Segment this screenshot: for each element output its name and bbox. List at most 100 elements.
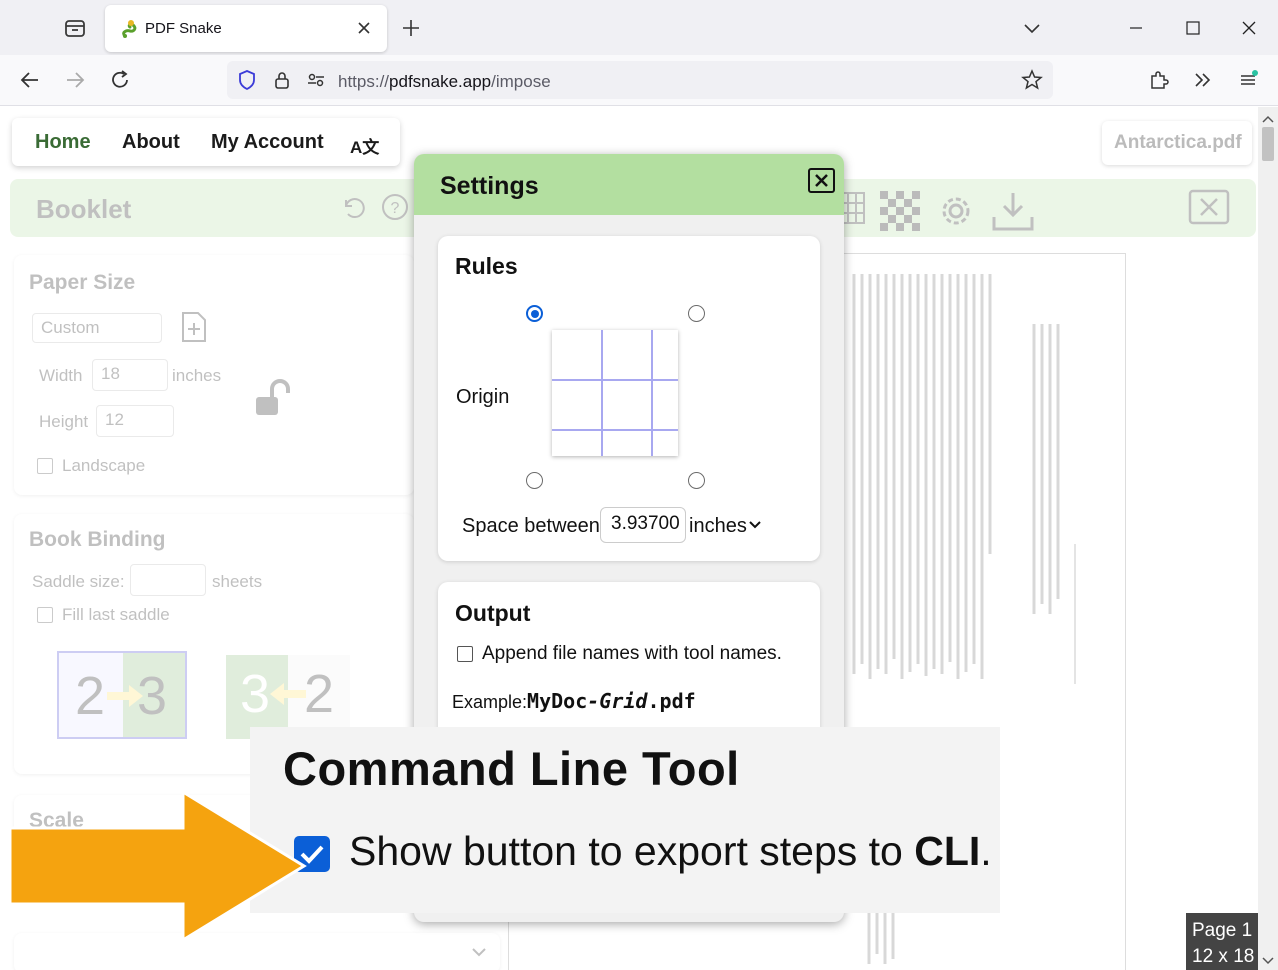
binding-option-left[interactable]: 2 3 <box>57 651 187 739</box>
reload-icon[interactable] <box>108 68 132 92</box>
snake-favicon-icon <box>119 18 141 40</box>
browser-tab[interactable]: PDF Snake <box>105 5 387 52</box>
origin-top-left-radio[interactable] <box>526 305 543 322</box>
space-unit-select[interactable]: inches <box>689 515 747 538</box>
height-input[interactable]: 12 <box>96 405 174 437</box>
new-tab-icon[interactable] <box>400 17 422 39</box>
scroll-down-icon[interactable] <box>1262 953 1274 965</box>
paper-size-heading: Paper Size <box>29 271 136 294</box>
add-page-icon[interactable] <box>180 311 208 343</box>
file-name-label: Antarctica.pdf <box>1102 121 1252 165</box>
page-scrollbar[interactable] <box>1258 107 1278 970</box>
checker-icon[interactable] <box>880 191 920 231</box>
tool-title: Booklet <box>36 194 132 224</box>
left-arrow-icon <box>268 681 308 707</box>
navigation-toolbar: https://pdfsnake.app/impose <box>0 55 1278 106</box>
nav-about-link[interactable]: About <box>122 131 180 154</box>
chevron-down-icon[interactable] <box>748 518 762 530</box>
url-path: /impose <box>491 72 551 91</box>
append-names-checkbox[interactable] <box>457 646 473 662</box>
saddle-size-input[interactable] <box>130 564 206 596</box>
example-base-name: MyDoc <box>527 689 588 713</box>
menu-icon[interactable] <box>1236 68 1260 92</box>
undo-icon[interactable] <box>338 192 368 222</box>
binding-a-left-number: 2 <box>75 666 106 726</box>
forward-arrow-icon[interactable] <box>63 68 87 92</box>
origin-label: Origin <box>456 386 510 408</box>
width-value: 18 <box>101 364 120 383</box>
space-between-input[interactable]: 3.93700 <box>600 507 686 543</box>
landscape-label: Landscape <box>62 456 146 475</box>
extensions-icon[interactable] <box>1147 68 1171 92</box>
example-suffix: -Grid <box>587 689 648 713</box>
tab-title: PDF Snake <box>145 20 222 37</box>
close-tab-icon[interactable] <box>353 17 375 39</box>
highlight-arrow-icon <box>8 789 308 943</box>
scrollbar-thumb[interactable] <box>1262 127 1274 161</box>
right-arrow-icon <box>105 683 145 709</box>
page-number-label: Page 1 <box>1192 920 1253 941</box>
lock-icon[interactable] <box>270 68 294 92</box>
svg-text:?: ? <box>391 200 400 217</box>
export-cli-period: . <box>980 828 992 874</box>
origin-bottom-left-radio[interactable] <box>526 472 543 489</box>
append-names-label: Append file names with tool names. <box>482 643 782 664</box>
cli-bold-text: CLI <box>914 828 981 874</box>
export-cli-label: Show button to export steps to CLI. <box>349 828 992 875</box>
saddle-size-label: Saddle size: <box>32 572 125 591</box>
nav-my-account-link[interactable]: My Account <box>211 131 324 154</box>
tab-bar: PDF Snake <box>0 0 1278 55</box>
output-heading: Output <box>455 600 531 626</box>
top-navigation: Home About My Account A文 <box>12 118 400 166</box>
paper-preset-value: Custom <box>41 318 100 337</box>
language-switch-button[interactable]: A文 <box>350 133 379 158</box>
back-arrow-icon[interactable] <box>18 68 42 92</box>
shield-icon[interactable] <box>235 68 259 92</box>
url-bar[interactable]: https://pdfsnake.app/impose <box>227 61 1053 99</box>
unlock-icon[interactable] <box>254 379 298 419</box>
chevron-down-icon[interactable] <box>468 941 490 963</box>
url-scheme: https:// <box>338 72 390 91</box>
height-label: Height <box>39 412 89 431</box>
binding-b-left-number: 3 <box>240 664 271 724</box>
bookmark-star-icon[interactable] <box>1020 68 1044 92</box>
origin-bottom-right-radio[interactable] <box>688 472 705 489</box>
overflow-chevrons-icon[interactable] <box>1191 68 1215 92</box>
chevron-down-icon[interactable] <box>1021 17 1043 39</box>
window-close-icon[interactable] <box>1235 14 1263 42</box>
landscape-checkbox[interactable] <box>37 458 53 474</box>
nav-home-link[interactable]: Home <box>35 131 91 154</box>
paper-size-card: Paper Size Custom Width 18 inches Height… <box>14 255 414 495</box>
close-settings-button[interactable] <box>808 168 835 193</box>
origin-top-right-radio[interactable] <box>688 305 705 322</box>
width-label: Width <box>39 366 83 385</box>
export-cli-text: Show button to export steps to <box>349 828 915 874</box>
space-between-value: 3.93700 <box>611 513 680 534</box>
binding-b-right-number: 2 <box>304 664 335 724</box>
tab-manager-icon[interactable] <box>62 16 88 40</box>
space-between-label: Space between <box>462 515 600 537</box>
unit-select[interactable]: inches <box>172 366 221 386</box>
paper-preset-select[interactable]: Custom <box>32 313 162 343</box>
permissions-icon[interactable] <box>304 68 328 92</box>
close-tool-icon[interactable] <box>1188 189 1230 225</box>
gear-icon[interactable] <box>936 191 976 231</box>
example-label: Example: <box>452 692 528 712</box>
fill-last-saddle-label: Fill last saddle <box>62 605 170 624</box>
download-icon[interactable] <box>990 189 1036 233</box>
example-extension: .pdf <box>647 689 696 713</box>
height-value: 12 <box>105 410 124 429</box>
help-icon[interactable]: ? <box>380 192 410 222</box>
maximize-icon[interactable] <box>1179 14 1207 42</box>
grid-origin-preview <box>552 330 678 456</box>
scroll-up-icon[interactable] <box>1262 111 1274 123</box>
book-binding-heading: Book Binding <box>29 528 166 551</box>
rules-panel: Rules Origin Space between 3.93700 inche… <box>438 236 820 561</box>
settings-header: Settings <box>414 154 844 215</box>
fill-last-saddle-checkbox[interactable] <box>37 607 53 623</box>
page-indicator: Page 1 12 x 18 <box>1186 913 1258 970</box>
minimize-icon[interactable] <box>1122 14 1150 42</box>
callout-title: Command Line Tool <box>283 742 740 795</box>
url-text[interactable]: https://pdfsnake.app/impose <box>338 72 551 92</box>
width-input[interactable]: 18 <box>92 359 168 391</box>
